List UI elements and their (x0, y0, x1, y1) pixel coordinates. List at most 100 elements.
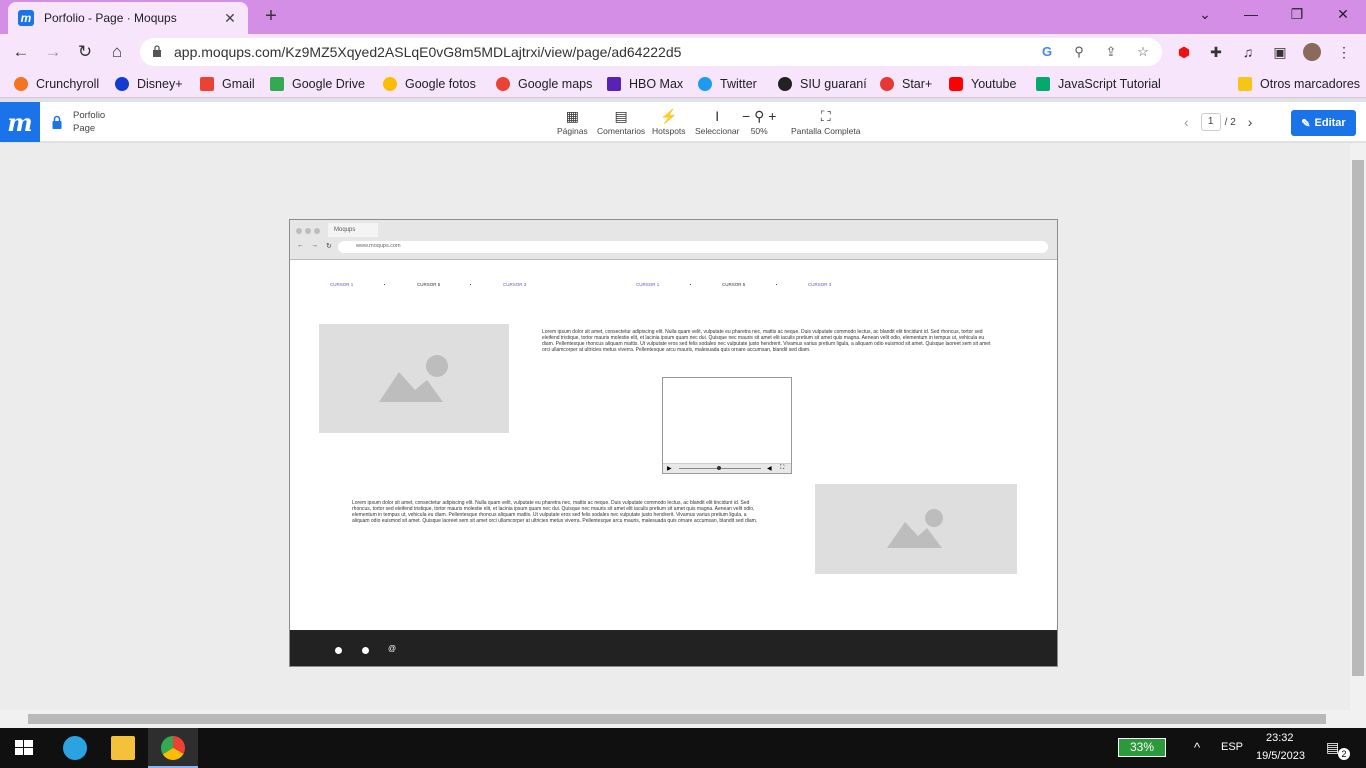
image-icon (887, 509, 943, 548)
nav-link[interactable]: CURSOR 5 (417, 282, 440, 287)
fullscreen-icon[interactable]: ⛶ (780, 465, 784, 472)
nav-link[interactable]: CURSOR 3 (503, 282, 526, 287)
next-page-icon[interactable]: › (1248, 114, 1253, 130)
bookmark-google-maps[interactable]: Google maps (496, 75, 592, 93)
project-info: Porfolio Page (73, 109, 105, 135)
at-icon[interactable]: @ (388, 644, 396, 653)
mockup-dot (296, 228, 302, 234)
zoom-icon[interactable]: ⚲ (1070, 43, 1088, 61)
sidepanel-icon[interactable]: ▣ (1271, 43, 1289, 61)
telegram-icon[interactable] (63, 736, 87, 760)
bookmark-star-plus[interactable]: Star+ (880, 75, 932, 93)
paragraph-1: Lorem ipsum dolor sit amet, consectetur … (542, 329, 991, 353)
bookmark-javascript-tutorial[interactable]: JavaScript Tutorial (1036, 75, 1161, 93)
menu-icon[interactable]: ⋮ (1335, 43, 1353, 61)
windows-start-icon[interactable] (12, 736, 36, 760)
browser-tab[interactable]: m Porfolio - Page · Moqups ✕ (8, 2, 248, 34)
close-window-button[interactable]: ✕ (1332, 6, 1354, 23)
adblock-icon[interactable]: ⬢ (1175, 43, 1193, 61)
nav-link[interactable]: CURSOR 5 (722, 282, 745, 287)
editar-button[interactable]: ✎ Editar (1291, 110, 1356, 136)
moqups-header: m Porfolio Page ▦ Páginas ▤ Comentarios ⚡ H… (0, 102, 1366, 142)
media-icon[interactable]: ♫ (1239, 43, 1257, 61)
clock-time[interactable]: 23:32 (1266, 732, 1294, 744)
nav-link[interactable]: CURSOR 1 (636, 282, 659, 287)
nav-separator (690, 284, 691, 285)
bookmark-twitter[interactable]: Twitter (698, 75, 757, 93)
lightning-icon: ⚡ (660, 108, 678, 124)
tab-search-icon[interactable]: ⌄ (1194, 6, 1216, 23)
reload-button[interactable]: ↻ (74, 41, 96, 63)
tool-zoom[interactable]: − ⚲ +50% (742, 106, 776, 136)
chrome-icon (161, 736, 185, 760)
prev-page-icon[interactable]: ‹ (1184, 114, 1189, 130)
battery-indicator[interactable]: 33% (1118, 738, 1166, 757)
page-navigator: ‹ 1 / 2 › (1184, 113, 1252, 131)
youtube-icon[interactable] (362, 647, 369, 654)
photos-icon (383, 77, 397, 91)
bookmark-crunchyroll[interactable]: Crunchyroll (14, 75, 99, 93)
chrome-taskbar-button[interactable] (148, 728, 198, 768)
share-icon[interactable]: ⇪ (1102, 43, 1120, 61)
file-explorer-icon[interactable] (111, 736, 135, 760)
bookmark-siu-guarani[interactable]: SIU guaraní (778, 75, 867, 93)
pencil-icon: ✎ (1301, 117, 1311, 130)
mockup-dot (305, 228, 311, 234)
horizontal-scroll-thumb[interactable] (28, 714, 1326, 724)
language-indicator[interactable]: ESP (1221, 741, 1243, 753)
video-progress-handle[interactable] (717, 466, 721, 470)
nav-link[interactable]: CURSOR 3 (808, 282, 831, 287)
fullscreen-icon: ⛶ (820, 108, 831, 124)
bookmark-star-icon[interactable]: ☆ (1134, 43, 1152, 61)
moqups-logo[interactable]: m (0, 102, 40, 142)
vertical-scroll-thumb[interactable] (1352, 160, 1364, 676)
minimize-button[interactable]: — (1240, 6, 1262, 22)
video-player[interactable]: ▶ ◀ ⛶ (662, 377, 792, 474)
bookmark-youtube[interactable]: Youtube (949, 75, 1016, 93)
windows-taskbar: 33% ^ ESP 23:32 19/5/2023 ▤ 2 (0, 728, 1366, 768)
bookmark-hbo-max[interactable]: HBO Max (607, 75, 683, 93)
extensions-icon[interactable]: ✚ (1207, 43, 1225, 61)
tool-seleccionar[interactable]: I Seleccionar (695, 106, 739, 136)
url-text: app.moqups.com/Kz9MZ5Xqyed2ASLqE0vG8m5MD… (174, 44, 682, 60)
notification-count: 2 (1338, 748, 1350, 760)
image-icon (379, 355, 448, 402)
paragraph-2: Lorem ipsum dolor sit amet, consectetur … (352, 500, 758, 524)
play-icon[interactable]: ▶ (667, 465, 672, 472)
facebook-icon[interactable] (335, 647, 342, 654)
crunchyroll-icon (14, 77, 28, 91)
show-hidden-icons[interactable]: ^ (1194, 740, 1200, 755)
mockup-browser-frame: Moqups ← → ↻ www.moqups.com CURSOR 1 CUR… (289, 219, 1058, 667)
tab-title: Porfolio - Page · Moqups (44, 11, 177, 25)
new-tab-button[interactable]: + (260, 6, 282, 28)
tool-pantalla-completa[interactable]: ⛶ Pantalla Completa (791, 106, 860, 136)
tool-hotspots[interactable]: ⚡ Hotspots (652, 106, 686, 136)
nav-link[interactable]: CURSOR 1 (330, 282, 353, 287)
mockup-titlebar: Moqups ← → ↻ www.moqups.com (290, 220, 1057, 260)
tab-strip: m Porfolio - Page · Moqups ✕ + ⌄ — ❐ ✕ (0, 0, 1366, 34)
bookmark-google-drive[interactable]: Google Drive (270, 75, 365, 93)
address-bar[interactable]: app.moqups.com/Kz9MZ5Xqyed2ASLqE0vG8m5MD… (140, 38, 1162, 66)
profile-avatar[interactable] (1303, 43, 1321, 61)
moqups-favicon-icon: m (18, 10, 34, 26)
home-button[interactable]: ⌂ (106, 41, 128, 63)
mockup-back-icon: ← (297, 242, 304, 249)
bookmark-otros-marcadores[interactable]: Otros marcadores (1238, 75, 1360, 93)
tool-paginas[interactable]: ▦ Páginas (557, 106, 588, 136)
restore-button[interactable]: ❐ (1286, 6, 1308, 23)
mockup-reload-icon: ↻ (326, 243, 332, 250)
clock-date[interactable]: 19/5/2023 (1256, 750, 1305, 762)
bookmark-google-fotos[interactable]: Google fotos (383, 75, 476, 93)
bookmark-disney[interactable]: Disney+ (115, 75, 183, 93)
tool-comentarios[interactable]: ▤ Comentarios (597, 106, 645, 136)
drive-icon (270, 77, 284, 91)
bookmark-gmail[interactable]: Gmail (200, 75, 255, 93)
volume-icon[interactable]: ◀ (767, 465, 772, 472)
video-controls: ▶ ◀ ⛶ (663, 463, 791, 473)
zoom-icon: − ⚲ + (742, 108, 777, 124)
back-button[interactable]: ← (10, 41, 32, 63)
forward-button[interactable]: → (42, 41, 64, 63)
close-tab-icon[interactable]: ✕ (222, 10, 238, 27)
google-icon[interactable]: G (1038, 43, 1056, 61)
current-page-input[interactable]: 1 (1200, 113, 1221, 131)
